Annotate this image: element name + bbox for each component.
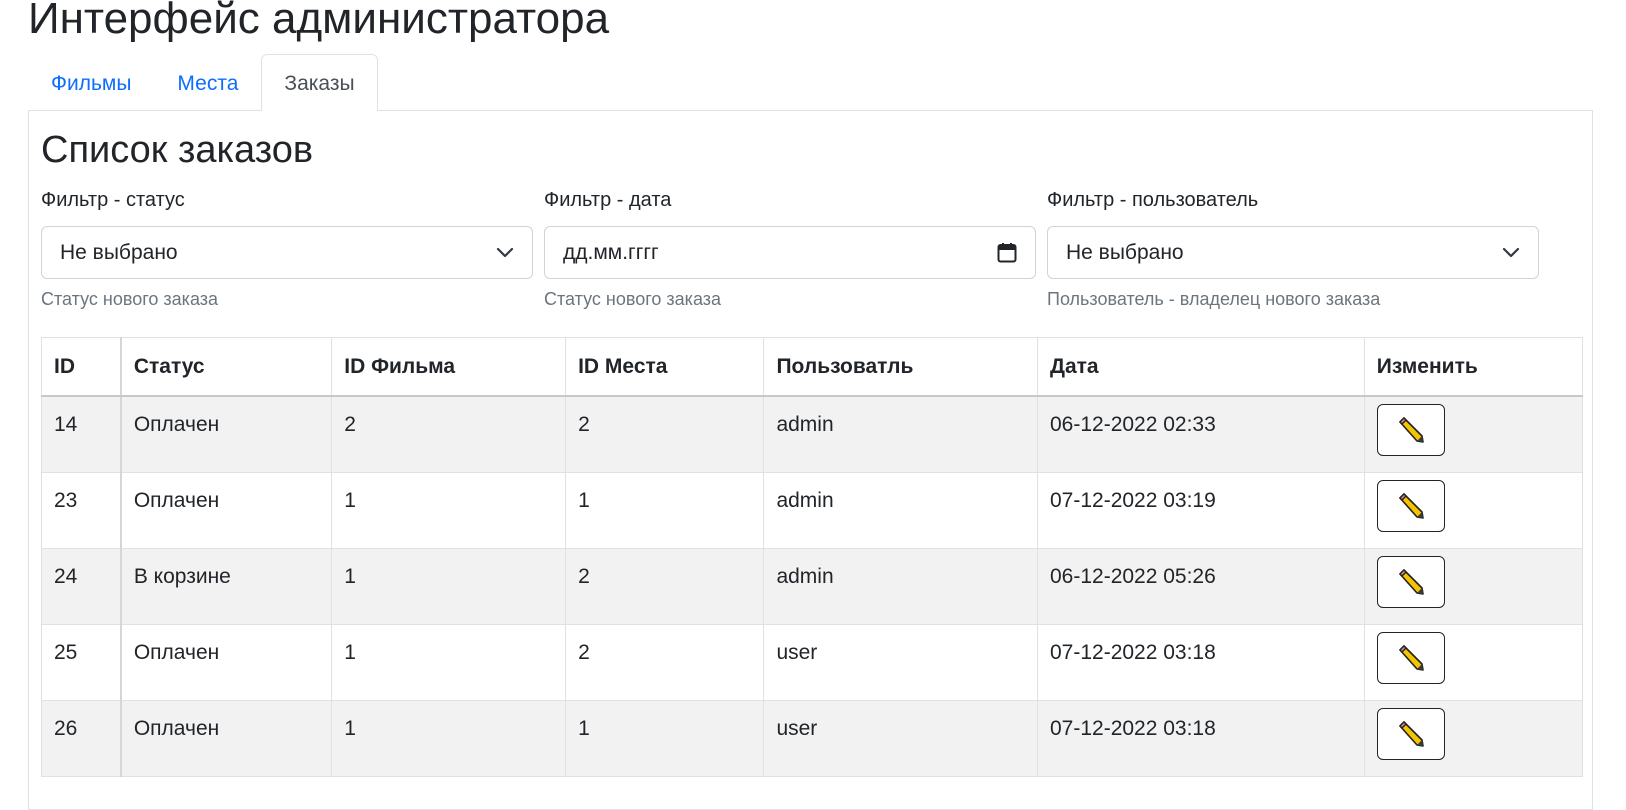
section-title: Список заказов (41, 129, 314, 171)
chevron-down-icon (1502, 247, 1520, 259)
column-header-film-id: ID Фильма (331, 337, 567, 397)
cell-user: admin (763, 547, 1038, 625)
cell-status: Оплачен (120, 699, 333, 777)
edit-order-button[interactable] (1376, 479, 1445, 532)
orders-table: ID Статус ID Фильма ID Места Пользоватль… (40, 337, 1584, 777)
cell-date: 07-12-2022 03:18 (1036, 699, 1365, 777)
cell-film-id: 1 (331, 547, 567, 625)
chevron-down-icon (496, 247, 514, 259)
status-filter-value: Не выбрано (60, 240, 178, 264)
date-filter-placeholder: дд.мм.гггг (563, 240, 659, 264)
cell-id: 14 (40, 395, 122, 473)
pencil-icon (1398, 720, 1424, 747)
cell-status: Оплачен (120, 395, 333, 473)
cell-seat-id: 1 (565, 699, 765, 777)
cell-edit (1363, 395, 1584, 473)
cell-film-id: 1 (331, 699, 567, 777)
edit-order-button[interactable] (1376, 707, 1445, 760)
edit-order-button[interactable] (1376, 404, 1445, 456)
tab-seats[interactable]: Места (154, 54, 261, 111)
cell-id: 26 (40, 699, 122, 777)
cell-id: 24 (40, 547, 122, 625)
status-filter: Фильтр - статус Не выбрано Статус нового… (41, 186, 533, 311)
pencil-icon (1398, 568, 1424, 595)
tab-bar: Фильмы Места Заказы (28, 54, 378, 111)
column-header-user: Пользоватль (763, 337, 1038, 397)
tab-orders[interactable]: Заказы (261, 54, 378, 111)
edit-order-button[interactable] (1376, 631, 1445, 684)
cell-edit (1363, 699, 1584, 777)
tab-films[interactable]: Фильмы (28, 54, 154, 111)
cell-status: В корзине (120, 547, 333, 625)
cell-seat-id: 2 (565, 547, 765, 625)
pencil-icon (1398, 492, 1424, 519)
column-header-date: Дата (1036, 337, 1365, 397)
table-row: 23 Оплачен 1 1 admin 07-12-2022 03:19 (40, 471, 1584, 549)
column-header-seat-id: ID Места (565, 337, 765, 397)
table-row: 26 Оплачен 1 1 user 07-12-2022 03:18 (40, 699, 1584, 777)
date-filter-input[interactable]: дд.мм.гггг (544, 226, 1036, 279)
date-filter-help: Статус нового заказа (544, 289, 722, 309)
table-row: 25 Оплачен 1 2 user 07-12-2022 03:18 (40, 623, 1584, 701)
status-filter-select[interactable]: Не выбрано (41, 226, 533, 279)
page-title: Интерфейс администратора (28, 0, 610, 43)
cell-status: Оплачен (120, 623, 333, 701)
cell-date: 07-12-2022 03:18 (1036, 623, 1365, 701)
user-filter-value: Не выбрано (1066, 240, 1184, 264)
column-header-status: Статус (120, 337, 333, 397)
user-filter: Фильтр - пользователь Не выбрано Пользов… (1047, 186, 1539, 311)
cell-seat-id: 2 (565, 623, 765, 701)
user-filter-help: Пользователь - владелец нового заказа (1047, 289, 1381, 309)
user-filter-select[interactable]: Не выбрано (1047, 226, 1539, 279)
cell-film-id: 1 (331, 623, 567, 701)
orders-panel: Список заказов Фильтр - статус Не выбран… (28, 110, 1593, 810)
cell-edit (1363, 547, 1584, 625)
date-filter: Фильтр - дата дд.мм.гггг Статус нового з… (544, 186, 1036, 311)
cell-film-id: 1 (331, 471, 567, 549)
edit-order-button[interactable] (1376, 555, 1445, 608)
cell-user: admin (763, 471, 1038, 549)
cell-seat-id: 2 (565, 395, 765, 473)
column-header-id: ID (40, 337, 122, 397)
cell-status: Оплачен (120, 471, 333, 549)
cell-film-id: 2 (331, 395, 567, 473)
pencil-icon (1398, 644, 1424, 671)
cell-date: 06-12-2022 05:26 (1036, 547, 1365, 625)
cell-id: 23 (40, 471, 122, 549)
pencil-icon (1398, 417, 1424, 443)
cell-user: admin (763, 395, 1038, 473)
cell-id: 25 (40, 623, 122, 701)
cell-user: user (763, 623, 1038, 701)
user-filter-label: Фильтр - пользователь (1047, 189, 1259, 211)
date-filter-label: Фильтр - дата (544, 189, 672, 211)
table-header-row: ID Статус ID Фильма ID Места Пользоватль… (40, 337, 1584, 397)
cell-date: 07-12-2022 03:19 (1036, 471, 1365, 549)
cell-user: user (763, 699, 1038, 777)
calendar-icon[interactable] (997, 242, 1017, 263)
cell-edit (1363, 471, 1584, 549)
cell-seat-id: 1 (565, 471, 765, 549)
status-filter-label: Фильтр - статус (41, 189, 185, 211)
table-row: 14 Оплачен 2 2 admin 06-12-2022 02:33 (40, 395, 1584, 473)
cell-edit (1363, 623, 1584, 701)
table-row: 24 В корзине 1 2 admin 06-12-2022 05:26 (40, 547, 1584, 625)
cell-date: 06-12-2022 02:33 (1036, 395, 1365, 473)
column-header-edit: Изменить (1363, 337, 1584, 397)
status-filter-help: Статус нового заказа (41, 289, 219, 309)
